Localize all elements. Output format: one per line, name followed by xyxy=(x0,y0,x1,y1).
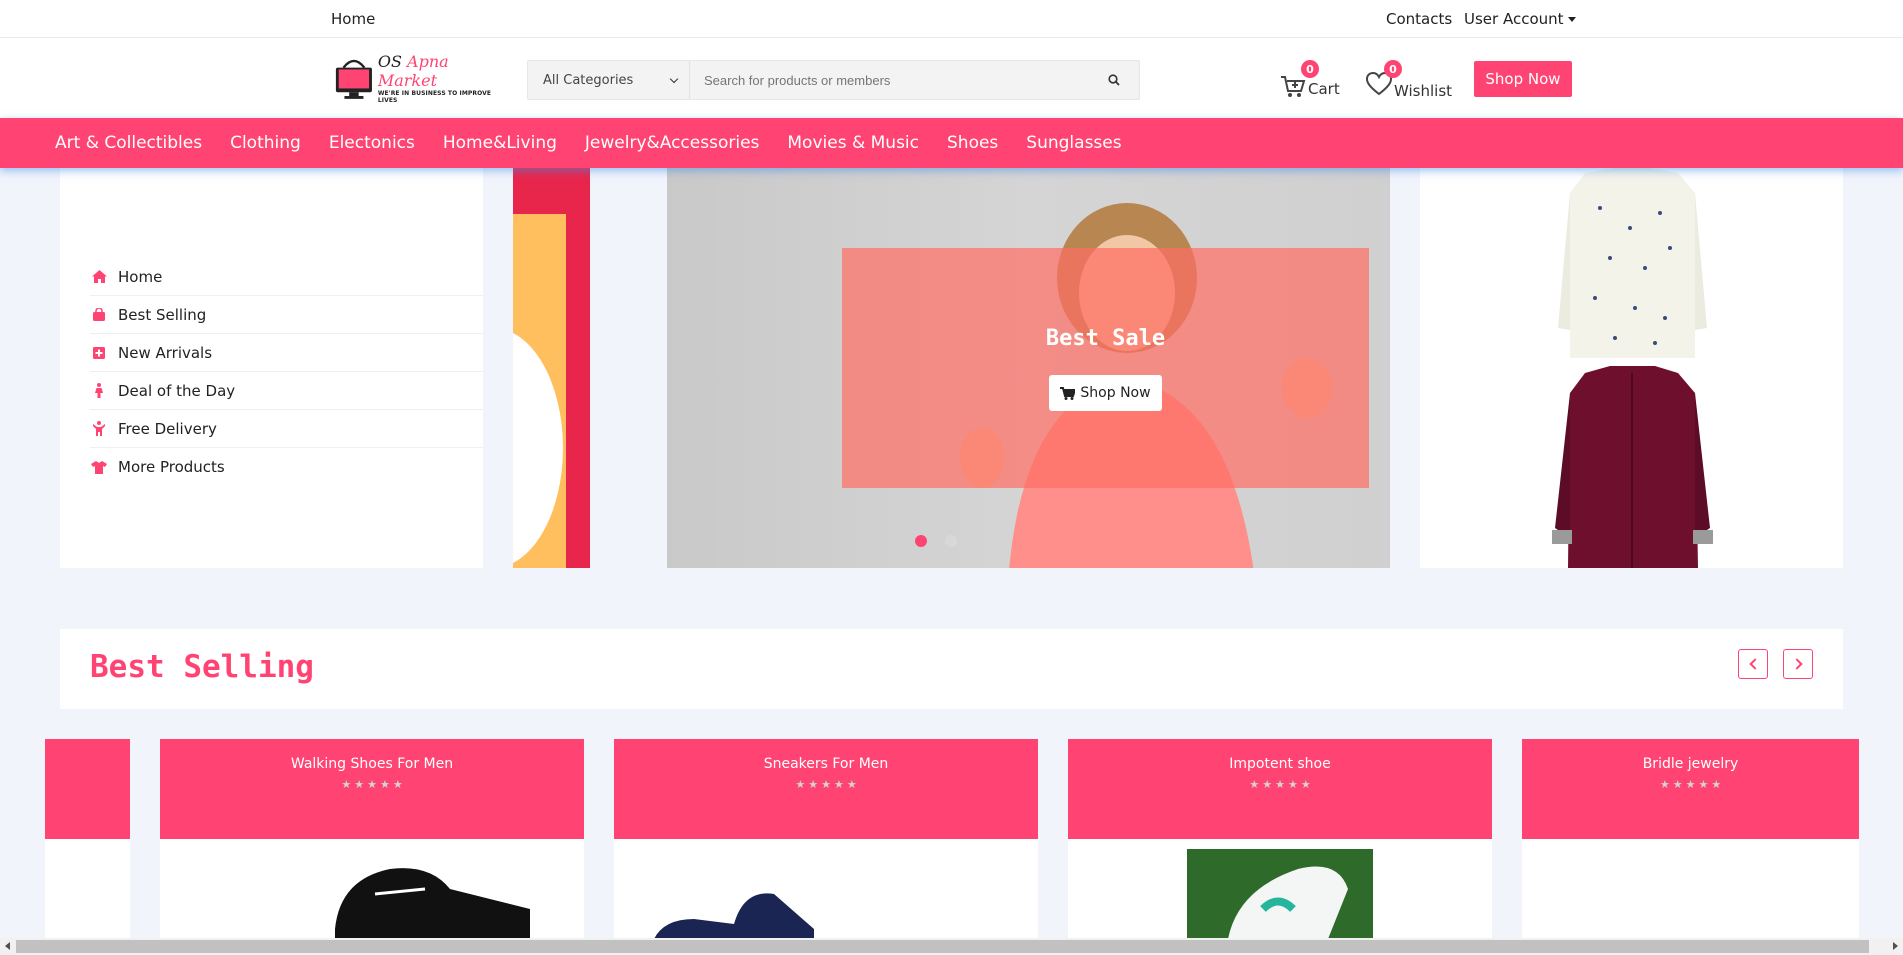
product-name: Bridle jewelry xyxy=(1642,756,1739,772)
sidebar-item-more-products[interactable]: More Products xyxy=(90,448,483,486)
top-home-link[interactable]: Home xyxy=(331,10,375,28)
star-rating: ★ ★ ★ ★ ★ xyxy=(795,778,857,791)
nav-item-jewelry[interactable]: Jewelry&Accessories xyxy=(585,133,760,153)
search-button[interactable] xyxy=(1089,61,1139,99)
sidebar-item-new-arrivals[interactable]: New Arrivals xyxy=(90,334,483,372)
category-select-value: All Categories xyxy=(543,72,634,88)
product-image xyxy=(1068,843,1492,939)
star-rating: ★ ★ ★ ★ ★ xyxy=(1659,778,1722,791)
best-selling-title: Best Selling xyxy=(90,649,314,685)
sidebar-item-best-selling[interactable]: Best Selling xyxy=(90,296,483,334)
cart-icon xyxy=(1060,386,1076,400)
scrollbar-thumb[interactable] xyxy=(16,940,1869,953)
star-rating: ★ ★ ★ ★ ★ xyxy=(1249,778,1311,791)
scroll-left-arrow-icon[interactable] xyxy=(5,942,10,950)
nav-item-clothing[interactable]: Clothing xyxy=(230,133,301,153)
search-icon xyxy=(1108,74,1120,86)
nav-item-shoes[interactable]: Shoes xyxy=(947,133,998,153)
wishlist-link[interactable]: 0 Wishlist xyxy=(1366,60,1452,100)
product-name: Walking Shoes For Men xyxy=(290,756,454,772)
banner-title: Best Sale xyxy=(1045,326,1166,351)
plus-square-icon xyxy=(90,344,108,362)
chevron-right-icon xyxy=(1790,658,1803,670)
promo-shirts-image xyxy=(1420,168,1843,568)
scroll-right-arrow-icon[interactable] xyxy=(1893,942,1898,950)
caret-down-icon xyxy=(1567,16,1576,22)
nav-item-sunglasses[interactable]: Sunglasses xyxy=(1026,133,1121,153)
product-card[interactable]: Walking Shoes For Men ★ ★ ★ ★ ★ xyxy=(160,739,584,939)
wishlist-count-badge: 0 xyxy=(1384,60,1402,78)
product-card[interactable]: Impotent shoe ★ ★ ★ ★ ★ xyxy=(1068,739,1492,939)
sidebar-item-free-delivery[interactable]: Free Delivery xyxy=(90,410,483,448)
product-image xyxy=(160,849,584,939)
top-bar: Home Contacts User Account xyxy=(0,0,1903,38)
banner-overlay xyxy=(842,248,1369,488)
user-account-dropdown[interactable]: User Account xyxy=(1464,10,1576,28)
chevron-left-icon xyxy=(1748,658,1761,670)
category-nav: Art & Collectibles Clothing Electonics H… xyxy=(0,118,1903,168)
best-selling-header: Best Selling xyxy=(60,629,1843,709)
sidebar-item-label: More Products xyxy=(118,458,225,476)
product-card-partial[interactable] xyxy=(45,739,130,939)
nav-item-electronics[interactable]: Electonics xyxy=(329,133,415,153)
cart-link[interactable]: 0 Cart xyxy=(1280,60,1340,100)
sidebar-item-label: Best Selling xyxy=(118,305,207,324)
contacts-link[interactable]: Contacts xyxy=(1386,10,1452,28)
star-rating: ★ ★ ★ ★ ★ xyxy=(341,778,403,791)
site-logo[interactable]: OS Apna Market WE'RE IN BUSINESS TO IMPR… xyxy=(334,52,506,104)
cart-icon xyxy=(1281,76,1306,97)
chevron-down-icon xyxy=(669,74,679,83)
sidebar-item-label: Deal of the Day xyxy=(118,381,236,400)
promo-strip-image xyxy=(513,168,590,568)
carousel-indicators xyxy=(915,535,957,547)
carousel-dot-2[interactable] xyxy=(945,535,957,547)
carousel-dot-1[interactable] xyxy=(915,535,927,547)
home-icon xyxy=(90,268,108,286)
product-card[interactable]: Bridle jewelry ★ ★ ★ ★ ★ xyxy=(1522,739,1859,939)
tshirt-icon xyxy=(90,458,108,476)
shopping-bag-logo-icon xyxy=(335,59,372,99)
header: OS Apna Market WE'RE IN BUSINESS TO IMPR… xyxy=(0,38,1903,118)
horizontal-scrollbar[interactable] xyxy=(0,938,1903,955)
search-bar: All Categories xyxy=(527,60,1140,100)
product-image xyxy=(1522,849,1859,939)
carousel-next-button[interactable] xyxy=(1783,649,1813,679)
sidebar-menu: Home Best Selling New Arrivals Deal of t… xyxy=(60,168,483,568)
sidebar-item-label: Home xyxy=(118,267,163,286)
header-shop-now-button[interactable]: Shop Now xyxy=(1474,61,1572,97)
cart-label: Cart xyxy=(1308,80,1340,98)
sidebar-item-deal-of-the-day[interactable]: Deal of the Day xyxy=(90,372,483,410)
female-icon xyxy=(90,382,108,400)
product-image xyxy=(614,849,1038,939)
wishlist-label: Wishlist xyxy=(1394,82,1453,100)
logo-tagline: WE'RE IN BUSINESS TO IMPROVE LIVES xyxy=(377,90,492,104)
nav-item-home-living[interactable]: Home&Living xyxy=(443,133,557,153)
sidebar-item-label: Free Delivery xyxy=(118,419,217,438)
sidebar-item-label: New Arrivals xyxy=(118,343,213,362)
shirts-image xyxy=(1552,168,1713,568)
nav-item-art[interactable]: Art & Collectibles xyxy=(55,133,202,153)
carousel-prev-button[interactable] xyxy=(1738,649,1768,679)
category-select[interactable]: All Categories xyxy=(528,61,690,99)
product-name: Impotent shoe xyxy=(1229,756,1331,772)
nav-item-movies-music[interactable]: Movies & Music xyxy=(787,133,919,153)
child-icon xyxy=(90,420,108,438)
product-name: Sneakers For Men xyxy=(763,756,889,772)
cart-count-badge: 0 xyxy=(1301,60,1319,78)
logo-prefix: OS xyxy=(377,52,408,71)
shopping-bag-icon xyxy=(90,306,108,324)
hero-banner: Best Sale Shop Now xyxy=(667,168,1390,568)
banner-shop-now-button[interactable]: Shop Now xyxy=(1049,375,1162,411)
product-card[interactable]: Sneakers For Men ★ ★ ★ ★ ★ xyxy=(614,739,1038,939)
search-input[interactable] xyxy=(690,61,1089,99)
sidebar-item-home[interactable]: Home xyxy=(90,258,483,296)
banner-button-label: Shop Now xyxy=(1080,385,1151,401)
user-account-label: User Account xyxy=(1464,10,1564,28)
